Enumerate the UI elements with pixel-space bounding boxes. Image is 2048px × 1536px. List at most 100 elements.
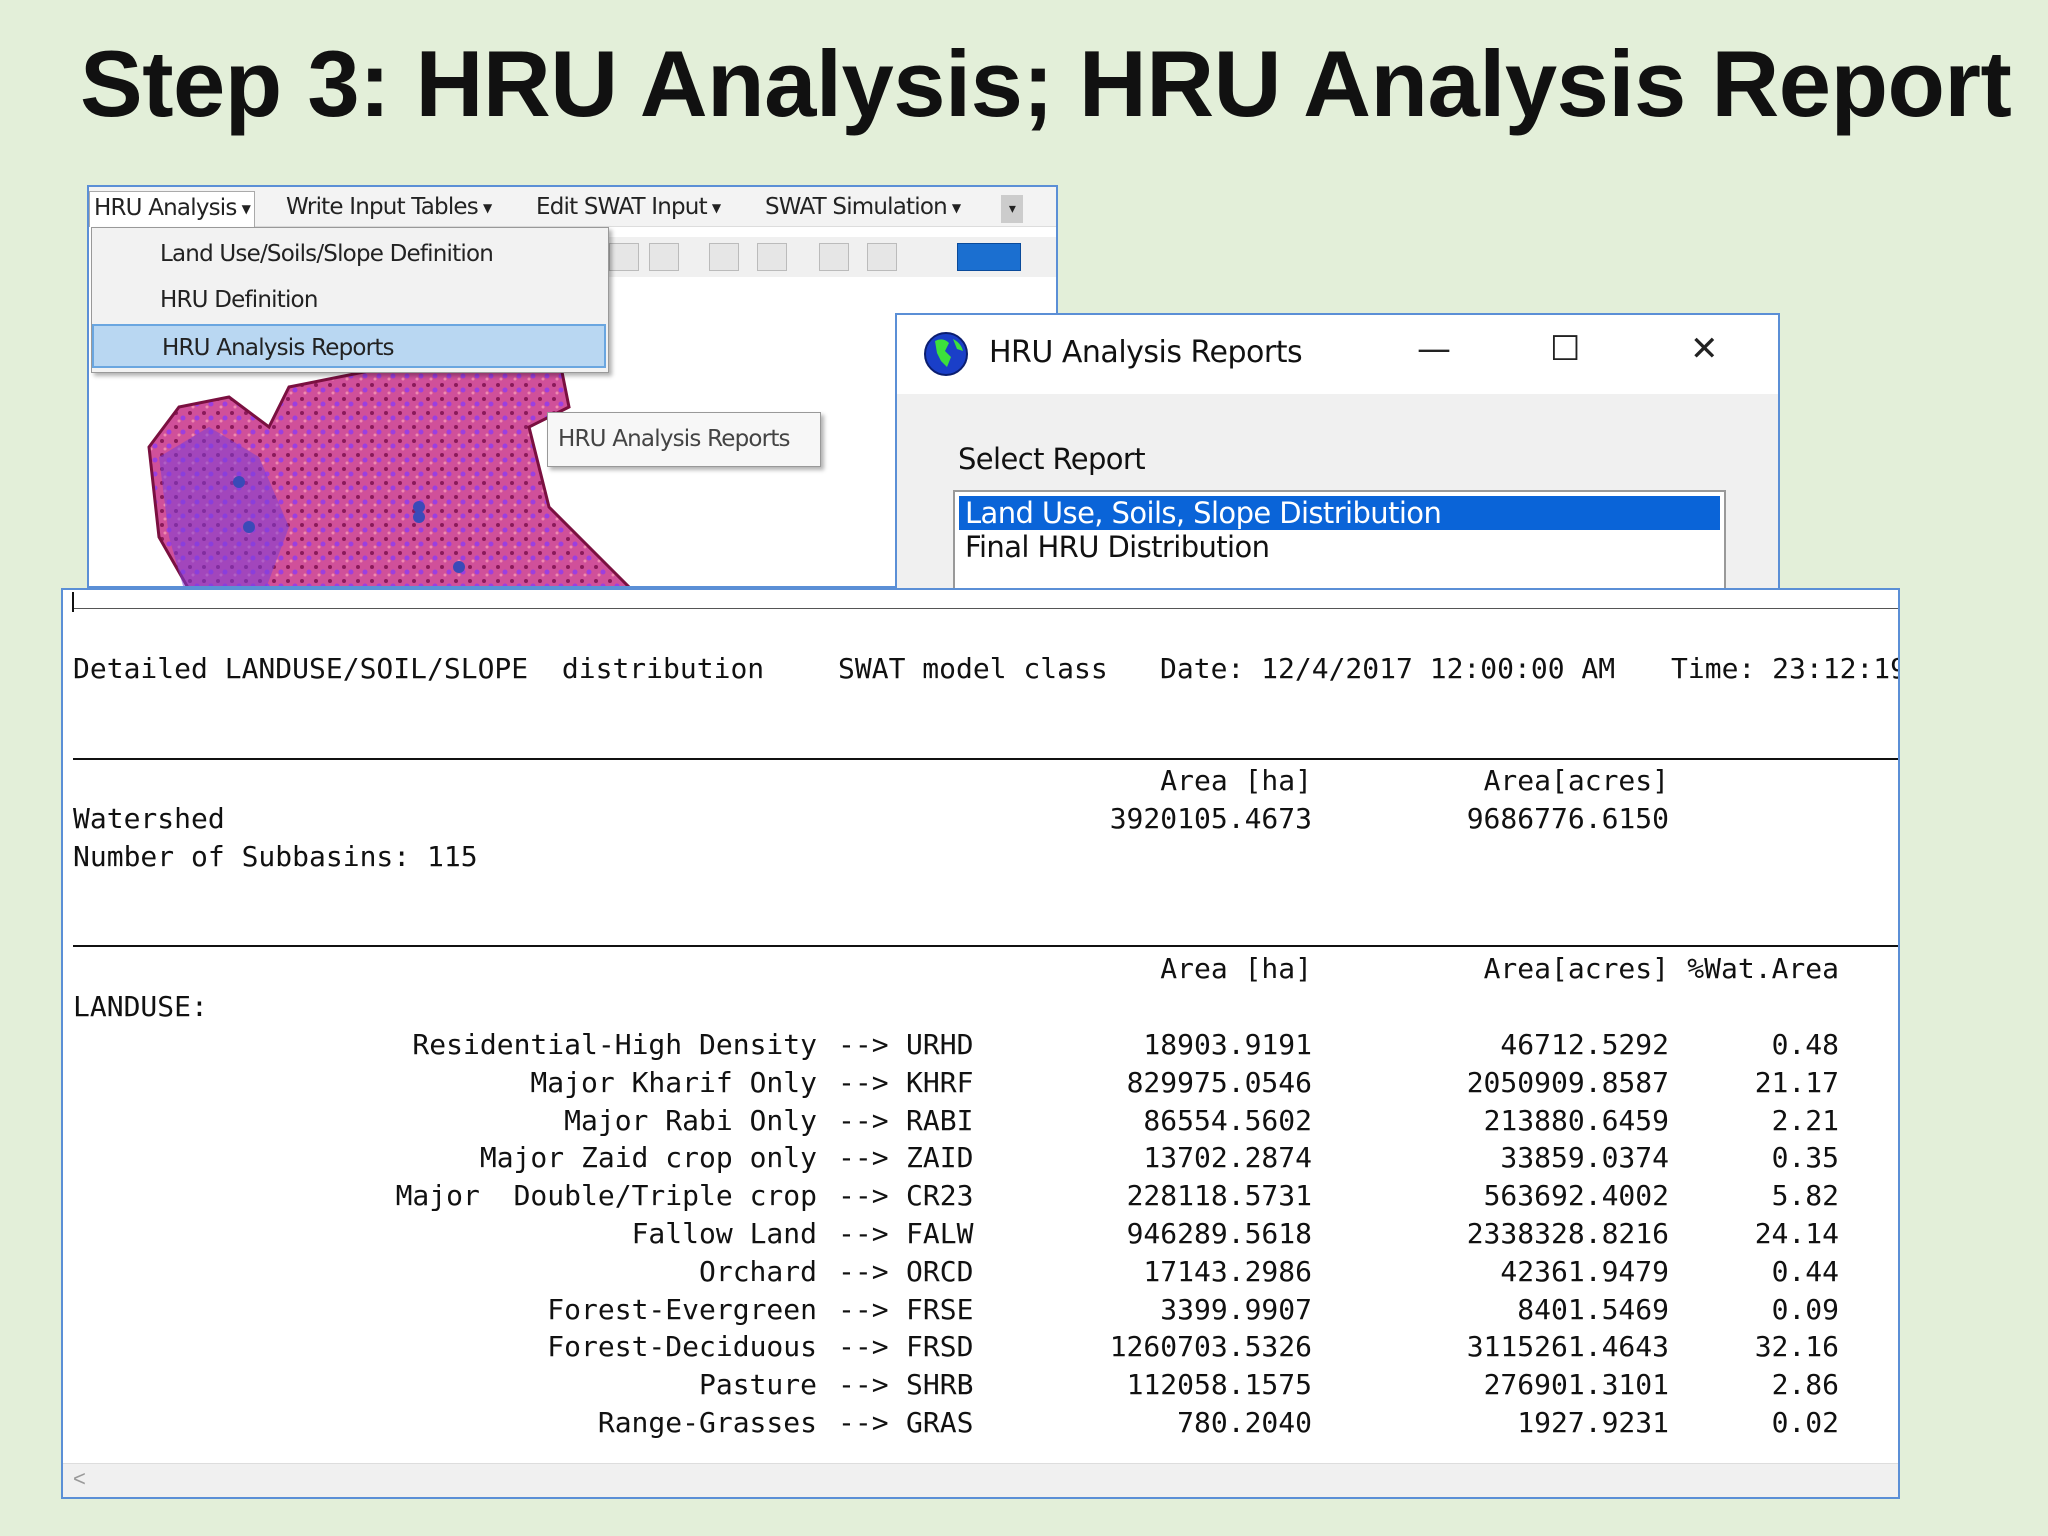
col-header-area-ha: Area [ha] bbox=[1160, 952, 1312, 985]
caret-down-icon: ▼ bbox=[711, 200, 721, 215]
arrow: --> bbox=[838, 1028, 889, 1061]
landuse-code: ZAID bbox=[906, 1141, 974, 1175]
menu-label: HRU Analysis bbox=[94, 195, 237, 221]
text-cursor bbox=[72, 592, 74, 612]
landuse-name: Fallow Land bbox=[631, 1217, 817, 1250]
landuse-code: FRSD bbox=[906, 1330, 974, 1364]
tool-icon[interactable] bbox=[867, 243, 897, 271]
maximize-button[interactable]: ☐ bbox=[1550, 329, 1580, 369]
subbasins-count: Number of Subbasins: 115 bbox=[73, 840, 478, 873]
area-ha: 86554.5602 bbox=[1143, 1103, 1312, 1137]
menu-bar: HRU Analysis ▼ Write Input Tables ▼ Edit S… bbox=[89, 187, 1056, 227]
area-acres: 213880.6459 bbox=[1483, 1103, 1669, 1137]
landuse-code: FRSE bbox=[906, 1292, 974, 1326]
horizontal-scrollbar[interactable]: < bbox=[63, 1463, 1898, 1497]
landuse-code: GRAS bbox=[906, 1406, 974, 1439]
tool-icon[interactable] bbox=[757, 243, 787, 271]
menu-label: Edit SWAT Input bbox=[536, 194, 708, 220]
landuse-code: URHD bbox=[906, 1028, 974, 1061]
area-ha: 780.2040 bbox=[1177, 1406, 1312, 1439]
arrow: --> bbox=[838, 1217, 889, 1250]
area-ha: 17143.2986 bbox=[1143, 1254, 1312, 1288]
area-acres: 42361.9479 bbox=[1500, 1254, 1669, 1288]
close-button[interactable]: ✕ bbox=[1690, 329, 1719, 369]
col-header-area-acres: Area[acres] bbox=[1483, 764, 1669, 797]
report-date: Date: 12/4/2017 12:00:00 AM bbox=[1160, 652, 1616, 685]
tool-icon[interactable] bbox=[819, 243, 849, 271]
landuse-name: Orchard bbox=[698, 1254, 817, 1288]
landuse-name: Forest-Evergreen bbox=[547, 1292, 817, 1326]
report-option-final-hru-distribution[interactable]: Final HRU Distribution bbox=[959, 530, 1720, 564]
pct-wat-area: 32.16 bbox=[1754, 1330, 1839, 1364]
area-ha: 946289.5618 bbox=[1126, 1217, 1312, 1250]
menu-label: Write Input Tables bbox=[286, 194, 479, 220]
caret-down-icon: ▼ bbox=[482, 200, 492, 215]
area-acres: 2050909.8587 bbox=[1466, 1065, 1669, 1099]
toolbar-overflow-icon[interactable]: ▾ bbox=[1001, 195, 1023, 223]
area-acres: 8401.5469 bbox=[1517, 1292, 1669, 1326]
tool-icon[interactable] bbox=[609, 243, 639, 271]
landuse-code: SHRB bbox=[906, 1368, 974, 1402]
select-report-label: Select Report bbox=[958, 442, 1146, 476]
arrow: --> bbox=[838, 1368, 889, 1402]
report-listbox[interactable]: Land Use, Soils, Slope Distribution Fina… bbox=[953, 490, 1726, 601]
pct-wat-area: 0.09 bbox=[1771, 1292, 1839, 1326]
landuse-name: Residential-High Density bbox=[412, 1028, 817, 1061]
menu-edit-swat-input[interactable]: Edit SWAT Input ▼ bbox=[532, 191, 724, 223]
area-acres: 46712.5292 bbox=[1500, 1028, 1669, 1061]
caret-down-icon: ▼ bbox=[951, 200, 961, 215]
area-acres: 2338328.8216 bbox=[1466, 1217, 1669, 1250]
scroll-left-icon[interactable]: < bbox=[73, 1466, 86, 1492]
landuse-name: Major Kharif Only bbox=[530, 1065, 817, 1099]
pct-wat-area: 5.82 bbox=[1771, 1179, 1839, 1213]
landuse-code: ORCD bbox=[906, 1254, 974, 1288]
menu-item-land-use-soils-slope-definition[interactable]: Land Use/Soils/Slope Definition bbox=[92, 232, 606, 276]
area-ha: 112058.1575 bbox=[1126, 1368, 1312, 1402]
divider bbox=[73, 758, 1898, 760]
hru-analysis-dropdown: Land Use/Soils/Slope Definition HRU Defi… bbox=[91, 227, 609, 373]
landuse-name: Pasture bbox=[698, 1368, 817, 1402]
landuse-code: KHRF bbox=[906, 1065, 974, 1099]
menu-label: SWAT Simulation bbox=[765, 194, 948, 220]
menu-write-input-tables[interactable]: Write Input Tables ▼ bbox=[282, 191, 495, 223]
landuse-code: CR23 bbox=[906, 1179, 974, 1213]
area-acres: 1927.9231 bbox=[1517, 1406, 1669, 1439]
pct-wat-area: 2.21 bbox=[1771, 1103, 1839, 1137]
landuse-name: Range-Grasses bbox=[597, 1406, 817, 1439]
pct-wat-area: 21.17 bbox=[1754, 1065, 1839, 1099]
report-option-land-use-soils-slope[interactable]: Land Use, Soils, Slope Distribution bbox=[959, 496, 1720, 530]
watershed-area-ha: 3920105.4673 bbox=[1109, 802, 1312, 835]
minimize-button[interactable]: — bbox=[1417, 329, 1451, 369]
menu-hru-analysis[interactable]: HRU Analysis ▼ bbox=[89, 191, 256, 227]
dialog-body: Select Report Land Use, Soils, Slope Dis… bbox=[897, 394, 1778, 601]
arrow: --> bbox=[838, 1406, 889, 1439]
hru-analysis-reports-dialog: HRU Analysis Reports — ☐ ✕ Select Report… bbox=[895, 313, 1780, 603]
scale-box[interactable] bbox=[957, 243, 1021, 271]
area-ha: 829975.0546 bbox=[1126, 1065, 1312, 1099]
divider bbox=[73, 945, 1898, 947]
tool-icon[interactable] bbox=[649, 243, 679, 271]
watershed-area-acres: 9686776.6150 bbox=[1466, 802, 1669, 835]
landuse-name: Major Zaid crop only bbox=[479, 1141, 817, 1175]
arrow: --> bbox=[838, 1141, 889, 1175]
watershed-label: Watershed bbox=[73, 802, 225, 835]
menu-swat-simulation[interactable]: SWAT Simulation ▼ bbox=[761, 191, 964, 223]
report-time: Time: 23:12:19 bbox=[1671, 652, 1900, 685]
arrow: --> bbox=[838, 1179, 889, 1213]
arrow: --> bbox=[838, 1103, 889, 1137]
landuse-label: LANDUSE: bbox=[73, 990, 208, 1023]
pct-wat-area: 0.48 bbox=[1771, 1028, 1839, 1061]
area-acres: 33859.0374 bbox=[1500, 1141, 1669, 1175]
menu-item-hru-analysis-reports[interactable]: HRU Analysis Reports bbox=[92, 324, 606, 368]
pct-wat-area: 2.86 bbox=[1771, 1368, 1839, 1402]
area-acres: 563692.4002 bbox=[1483, 1179, 1669, 1213]
caret-down-icon: ▼ bbox=[241, 201, 251, 216]
area-acres: 3115261.4643 bbox=[1466, 1330, 1669, 1364]
area-ha: 228118.5731 bbox=[1126, 1179, 1312, 1213]
arrow: --> bbox=[838, 1065, 889, 1099]
report-title: Detailed LANDUSE/SOIL/SLOPE distribution bbox=[73, 652, 765, 685]
landuse-name: Major Double/Triple crop bbox=[395, 1179, 817, 1213]
tool-icon[interactable] bbox=[709, 243, 739, 271]
globe-icon bbox=[924, 332, 968, 376]
menu-item-hru-definition[interactable]: HRU Definition bbox=[92, 278, 606, 322]
